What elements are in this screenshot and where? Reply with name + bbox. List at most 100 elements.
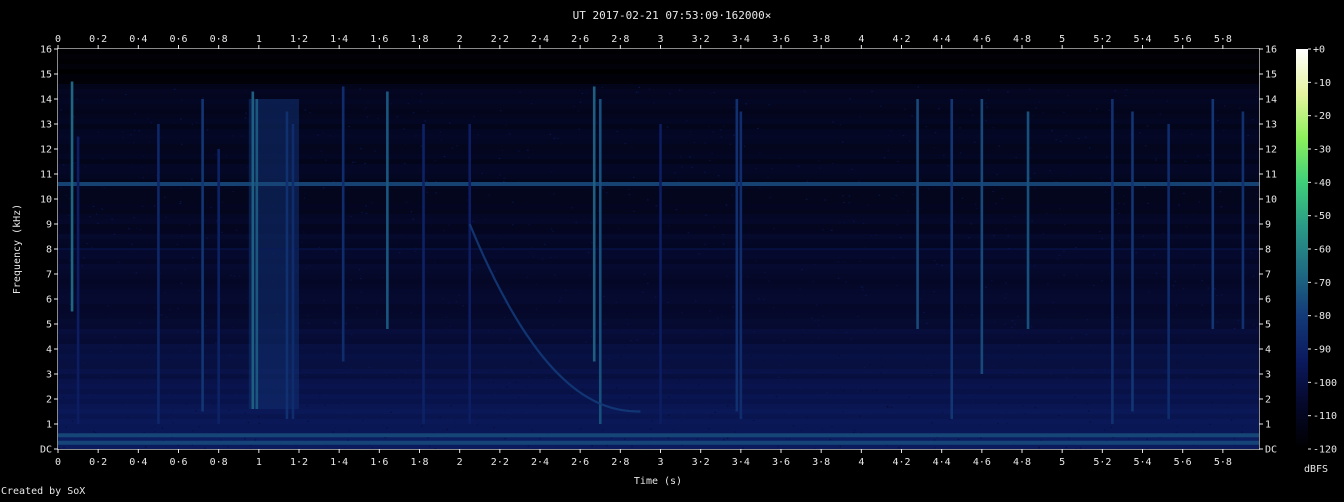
noise-band [58,234,1259,239]
noise-speckle [984,103,987,105]
impulse-line [1131,111,1134,412]
x-bottom-tick-label: 4·8 [1013,457,1031,468]
noise-speckle [397,377,400,379]
noise-speckle [540,402,542,404]
noise-speckle [553,138,555,140]
noise-speckle [887,134,890,136]
noise-speckle [379,416,381,418]
colorbar-tick-label: -20 [1313,111,1331,122]
noise-speckle [800,429,803,431]
noise-speckle [696,438,699,440]
noise-band [58,94,1259,99]
noise-speckle [786,312,789,314]
noise-speckle [358,268,361,271]
noise-speckle [1164,244,1166,246]
noise-speckle [747,236,749,238]
noise-speckle [818,325,820,327]
noise-speckle [210,206,212,208]
noise-speckle [883,157,886,159]
noise-speckle [1091,369,1093,371]
noise-speckle [1030,326,1033,328]
noise-speckle [676,361,678,363]
noise-speckle [1201,311,1203,313]
noise-speckle [365,205,367,207]
noise-speckle [570,394,572,396]
noise-speckle [1222,384,1225,386]
noise-speckle [704,142,706,144]
noise-speckle [1155,159,1157,161]
noise-speckle [560,143,563,145]
noise-band [58,274,1259,279]
noise-speckle [530,102,533,105]
noise-speckle [498,157,501,160]
noise-speckle [1021,333,1024,336]
noise-band [58,124,1259,129]
noise-speckle [89,216,91,218]
noise-speckle [132,142,135,144]
noise-speckle [680,420,683,422]
noise-speckle [1178,204,1180,206]
impulse-line [422,124,425,424]
noise-band [58,139,1259,144]
noise-speckle [361,420,364,422]
noise-speckle [1216,321,1219,323]
noise-speckle [141,205,144,207]
noise-speckle [1176,362,1179,364]
noise-speckle [1089,349,1091,351]
noise-speckle [444,236,446,238]
noise-speckle [523,336,525,338]
noise-speckle [655,205,658,207]
noise-speckle [281,444,284,447]
noise-speckle [1088,410,1090,412]
noise-speckle [1006,410,1009,412]
x-bottom-tick-label: 0 [55,457,61,468]
noise-speckle [839,124,842,126]
x-top-tick-label: 0·6 [169,34,187,45]
noise-speckle [306,405,308,407]
noise-speckle [1066,377,1068,379]
x-top-tick-label: 1 [256,34,262,45]
noise-speckle [484,218,486,221]
noise-speckle [768,280,770,282]
noise-speckle [180,235,183,237]
noise-speckle [871,344,874,347]
noise-speckle [733,107,735,109]
noise-speckle [235,229,238,231]
noise-speckle [1209,423,1211,425]
noise-speckle [325,159,327,161]
noise-speckle [792,353,795,355]
noise-speckle [848,195,851,197]
noise-speckle [814,319,816,322]
noise-speckle [927,358,929,360]
noise-speckle [451,147,454,149]
noise-speckle [1029,177,1032,179]
noise-speckle [1229,402,1232,404]
noise-speckle [147,340,150,342]
noise-band [58,294,1259,299]
noise-speckle [1168,447,1171,450]
noise-speckle [456,145,458,147]
noise-speckle [520,350,523,352]
noise-speckle [348,125,351,128]
noise-speckle [226,297,229,299]
noise-speckle [244,412,246,414]
noise-speckle [196,331,199,333]
noise-speckle [711,331,713,333]
noise-speckle [1119,413,1121,416]
noise-speckle [832,395,834,397]
noise-speckle [722,125,725,127]
noise-speckle [769,196,771,198]
x-bottom-tick-label: 1·2 [290,457,308,468]
noise-speckle [667,365,669,367]
impulse-line [1026,111,1030,329]
noise-speckle [971,314,974,316]
noise-speckle [837,277,840,279]
noise-speckle [428,335,431,337]
noise-speckle [407,361,409,363]
y-right-tick-label: 5 [1265,320,1271,331]
noise-speckle [1237,319,1240,321]
noise-speckle [1197,155,1199,157]
noise-speckle [579,428,582,430]
noise-speckle [473,116,476,118]
noise-speckle [646,282,649,285]
